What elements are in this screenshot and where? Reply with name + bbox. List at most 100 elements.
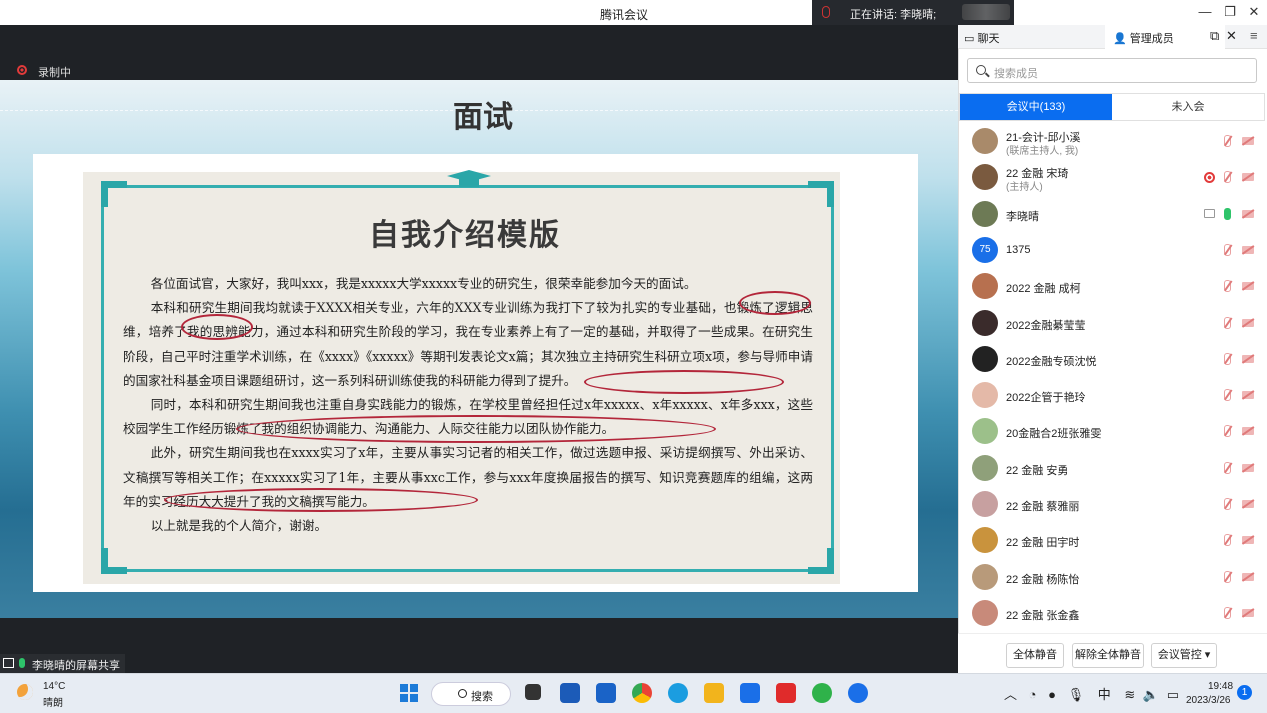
weather-temp: 14°C <box>43 681 66 692</box>
chrome-icon[interactable] <box>632 683 652 703</box>
member-row[interactable]: 李晓晴 <box>958 196 1267 232</box>
close-button[interactable]: ✕ <box>1245 4 1263 20</box>
member-row[interactable]: 22 金融 杨陈怡 <box>958 559 1267 595</box>
tray-expand-icon[interactable]: ︿ <box>1004 687 1017 702</box>
screen-share-label: 李晓晴的屏幕共享 <box>0 654 125 673</box>
camera-off-icon[interactable] <box>1242 173 1254 182</box>
mic-muted-icon[interactable] <box>1224 389 1231 402</box>
tencent-meeting-icon[interactable] <box>740 683 760 703</box>
mic-muted-icon[interactable] <box>1224 461 1231 474</box>
camera-off-icon[interactable] <box>1242 391 1254 400</box>
member-row[interactable]: 22 金融 田宇时 <box>958 522 1267 558</box>
mic-muted-icon[interactable] <box>1224 352 1231 365</box>
camera-off-icon[interactable] <box>1242 536 1254 545</box>
camera-off-icon[interactable] <box>1242 282 1254 291</box>
qq-tray-icon[interactable]: ● <box>1048 687 1056 702</box>
member-row[interactable]: 22 金融 安勇 <box>958 450 1267 486</box>
mic-on-icon[interactable] <box>1224 207 1231 220</box>
menu-icon[interactable]: ≡ <box>1250 28 1258 43</box>
popout-icon[interactable]: ⧉ <box>1210 28 1219 44</box>
taskbar-search[interactable]: 搜索 <box>431 682 511 706</box>
member-row[interactable]: 21-会计-邱小溪 (联席主持人, 我) <box>958 123 1267 159</box>
member-row[interactable]: 22 金融 蔡雅丽 <box>958 486 1267 522</box>
mic-muted-icon[interactable] <box>1224 570 1231 583</box>
clock-time[interactable]: 19:48 <box>1208 681 1233 692</box>
mic-muted-icon[interactable] <box>1224 171 1231 184</box>
member-row[interactable]: 20金融合2班张雅雯 <box>958 413 1267 449</box>
volume-icon[interactable]: 🔈 <box>1143 687 1159 702</box>
watermark-logo <box>962 4 1010 20</box>
restore-button[interactable]: ❐ <box>1221 4 1239 20</box>
camera-off-icon[interactable] <box>1242 354 1254 363</box>
mic-muted-icon[interactable] <box>1224 243 1231 256</box>
qq-browser-icon[interactable] <box>848 683 868 703</box>
close-panel-icon[interactable]: ✕ <box>1226 28 1237 44</box>
document-paragraph: 以上就是我的个人简介，谢谢。 <box>150 518 328 534</box>
stage-bottom <box>0 618 958 673</box>
mic-muted-icon[interactable] <box>1224 534 1231 547</box>
mic-muted-icon[interactable] <box>1224 425 1231 438</box>
tab-members[interactable]: 👤 管理成员 <box>1105 25 1225 49</box>
mic-tray-icon[interactable]: 🎙 <box>1068 687 1085 702</box>
frame-corner <box>808 181 834 207</box>
mic-muted-icon[interactable] <box>1224 316 1231 329</box>
member-name: 22 金融 蔡雅丽 <box>1006 501 1080 513</box>
wechat-icon[interactable] <box>812 683 832 703</box>
speaking-label: 正在讲话: 李晓晴; <box>850 9 937 21</box>
member-row[interactable]: 75 1375 <box>958 232 1267 268</box>
camera-off-icon[interactable] <box>1242 318 1254 327</box>
task-view-icon[interactable] <box>525 684 541 700</box>
mic-muted-icon[interactable] <box>1224 606 1231 619</box>
battery-icon[interactable]: ▭ <box>1167 687 1179 702</box>
wifi-icon[interactable]: ≋ <box>1124 687 1135 702</box>
unmute-all-button[interactable]: 解除全体静音 <box>1072 643 1144 668</box>
mic-muted-icon[interactable] <box>1224 280 1231 293</box>
mic-on-icon <box>19 658 25 668</box>
avatar: 75 <box>972 236 998 263</box>
minimize-button[interactable]: — <box>1196 4 1214 20</box>
highlight-oval <box>236 415 716 443</box>
mic-muted-icon[interactable] <box>1224 135 1231 147</box>
tab-members-label: 管理成员 <box>1129 33 1174 45</box>
edge-icon[interactable] <box>668 683 688 703</box>
app-title: 腾讯会议 <box>600 8 649 22</box>
member-row[interactable]: 2022 金融 成柯 <box>958 268 1267 304</box>
tab-not-joined[interactable]: 未入会 <box>1112 94 1264 120</box>
camera-off-icon[interactable] <box>1242 245 1254 254</box>
avatar <box>972 273 998 300</box>
member-name: 22 金融 安勇 <box>1006 464 1069 477</box>
tab-chat[interactable]: ▭ 聊天 <box>964 30 999 46</box>
tab-in-meeting[interactable]: 会议中(133) <box>960 94 1112 120</box>
mic-muted-icon[interactable] <box>1224 498 1231 510</box>
tray-app-icon[interactable]: ◔ <box>1029 687 1037 702</box>
camera-off-icon[interactable] <box>1242 463 1254 472</box>
camera-off-icon[interactable] <box>1242 427 1254 436</box>
meeting-control-button[interactable]: 会议管控 ▾ <box>1151 643 1217 668</box>
camera-off-icon[interactable] <box>1242 572 1254 581</box>
clock-date[interactable]: 2023/3/26 <box>1186 695 1231 706</box>
member-name: 2022金融綦莹莹 <box>1006 319 1086 332</box>
camera-off-icon[interactable] <box>1242 608 1254 617</box>
wps-icon[interactable] <box>776 683 796 703</box>
start-button[interactable] <box>400 684 418 702</box>
member-row[interactable]: 22 金融 宋琦 (主持人) <box>958 159 1267 195</box>
member-row[interactable]: 2022企管于艳玲 <box>958 377 1267 413</box>
member-role: (主持人) <box>1006 182 1043 194</box>
store-icon[interactable] <box>560 683 580 703</box>
member-row[interactable]: 2022金融专硕沈悦 <box>958 341 1267 377</box>
member-name: 李晓晴 <box>1006 210 1039 223</box>
member-name: 1375 <box>1006 243 1031 256</box>
member-search-input[interactable]: 搜索成员 <box>967 58 1257 83</box>
member-row[interactable]: 2022金融綦莹莹 <box>958 305 1267 341</box>
camera-off-icon[interactable] <box>1242 500 1254 508</box>
file-explorer-icon[interactable] <box>704 683 724 703</box>
ime-indicator[interactable]: 中 <box>1098 687 1111 702</box>
notification-badge[interactable]: 1 <box>1237 685 1252 700</box>
mute-all-button[interactable]: 全体静音 <box>1006 643 1064 668</box>
mail-icon[interactable] <box>596 683 616 703</box>
panel-tabs: ▭ 聊天 👤 管理成员 ⧉ ✕ ≡ <box>958 25 1267 49</box>
camera-off-icon[interactable] <box>1242 137 1254 145</box>
camera-off-icon[interactable] <box>1242 209 1254 218</box>
taskbar-search-label: 搜索 <box>471 691 493 703</box>
member-row[interactable]: 22 金融 张金鑫 <box>958 595 1267 631</box>
